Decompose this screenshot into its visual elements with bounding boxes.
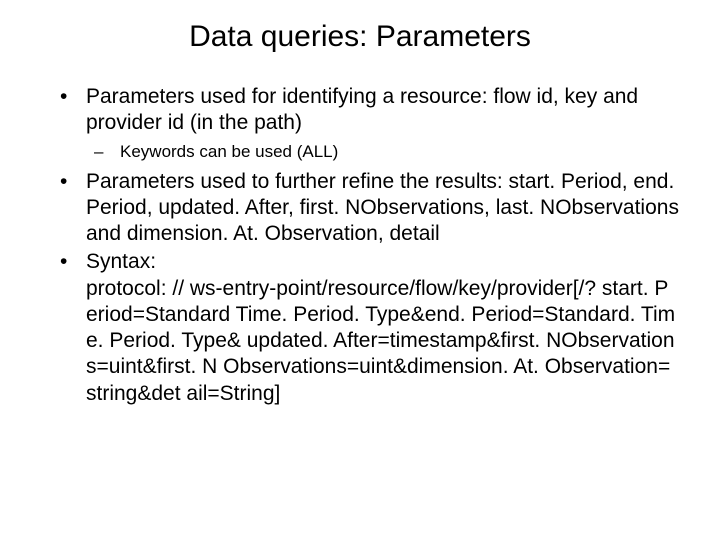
bullet-item: • Syntax: protocol: // ws-entry-point/re… xyxy=(60,249,680,407)
bullet-text: Syntax: protocol: // ws-entry-point/reso… xyxy=(86,249,680,407)
sub-bullet-item: – Keywords can be used (ALL) xyxy=(94,141,680,163)
slide-title: Data queries: Parameters xyxy=(80,20,640,54)
sub-bullet-marker: – xyxy=(94,141,120,163)
sub-bullet-text: Keywords can be used (ALL) xyxy=(120,141,680,163)
bullet-marker: • xyxy=(60,84,86,137)
slide-content: • Parameters used for identifying a reso… xyxy=(40,84,680,407)
syntax-text: protocol: // ws-entry-point/resource/flo… xyxy=(86,277,675,405)
bullet-marker: • xyxy=(60,169,86,248)
syntax-label: Syntax: xyxy=(86,250,156,273)
bullet-text: Parameters used to further refine the re… xyxy=(86,169,680,248)
bullet-item: • Parameters used to further refine the … xyxy=(60,169,680,248)
bullet-text: Parameters used for identifying a resour… xyxy=(86,84,680,137)
bullet-item: • Parameters used for identifying a reso… xyxy=(60,84,680,137)
bullet-marker: • xyxy=(60,249,86,407)
